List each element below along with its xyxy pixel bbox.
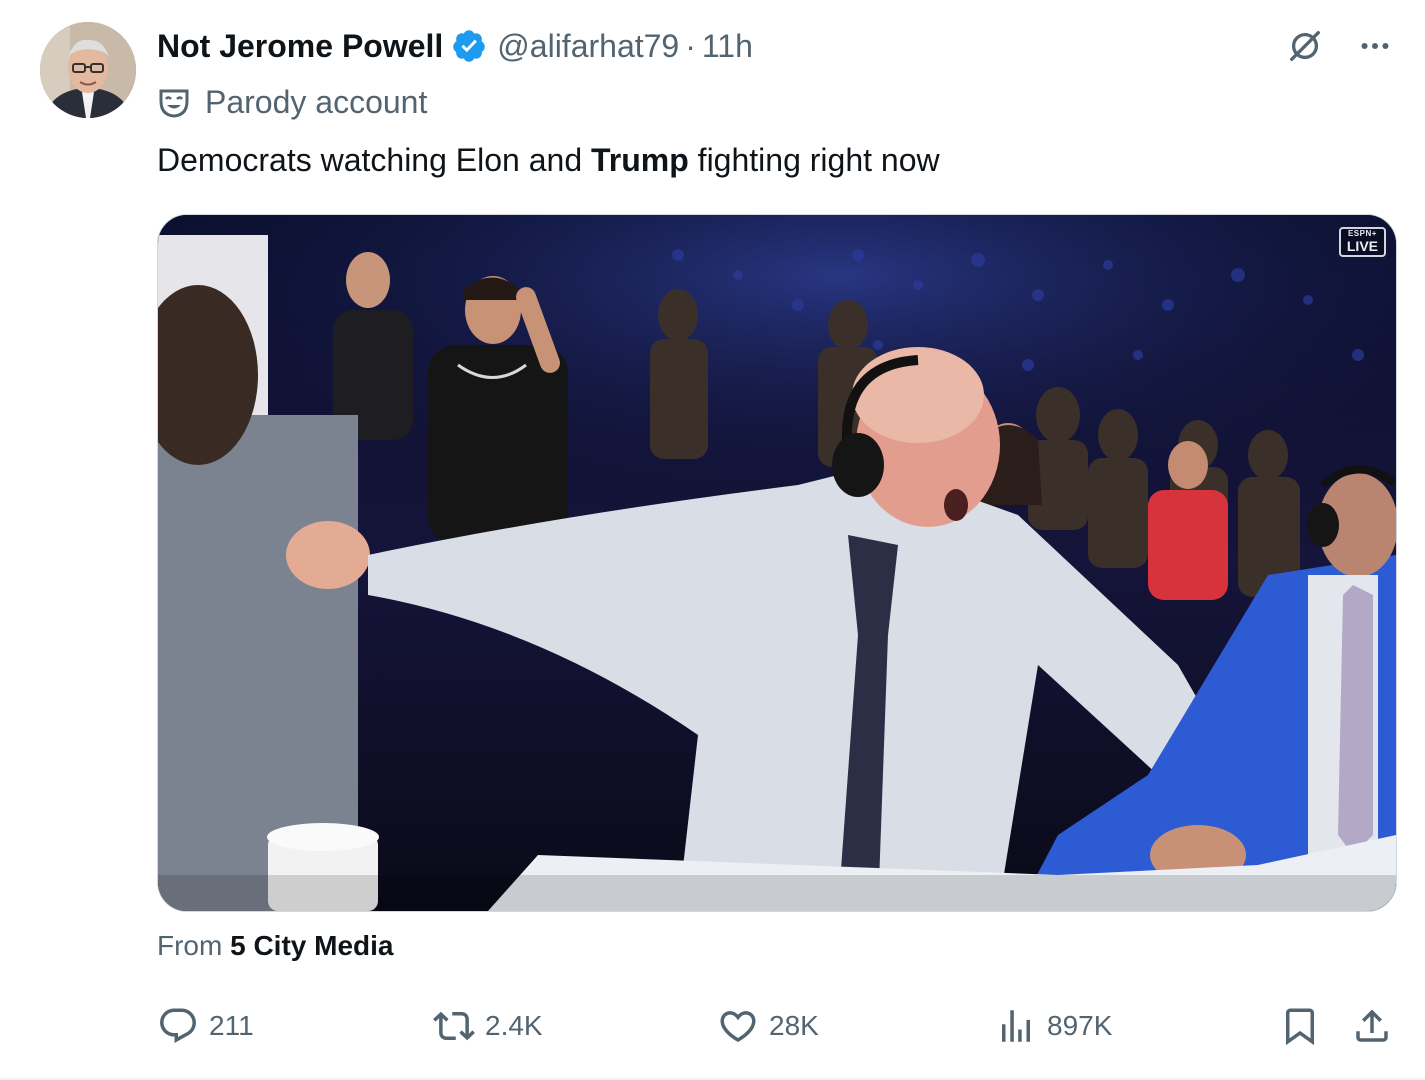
parody-label-text: Parody account	[205, 83, 428, 120]
like-count: 28K	[769, 1010, 819, 1041]
live-badge: ESPN+ LIVE	[1338, 227, 1386, 257]
repost-count: 2.4K	[485, 1010, 543, 1041]
separator-dot: ·	[685, 27, 696, 64]
reply-count: 211	[209, 1010, 254, 1041]
views-icon	[1002, 1010, 1030, 1042]
reply-button[interactable]: 211	[157, 1000, 254, 1052]
verified-badge-icon[interactable]	[451, 28, 487, 64]
bookmark-icon	[1286, 1008, 1314, 1046]
action-bar: 211 2.4K 28K 897K	[157, 1000, 1395, 1052]
tweet-header: Not Jerome Powell @alifarhat79 · 11h	[157, 24, 753, 68]
tweet-card[interactable]: Not Jerome Powell @alifarhat79 · 11h Par…	[0, 0, 1425, 1080]
source-prefix: From	[157, 930, 223, 961]
reply-icon	[160, 1008, 196, 1043]
live-badge-brand: ESPN+	[1347, 229, 1377, 238]
bookmark-button[interactable]	[1279, 1000, 1321, 1052]
share-icon	[1356, 1009, 1388, 1042]
source-name-link[interactable]: 5 City Media	[230, 930, 393, 961]
top-actions	[1285, 26, 1395, 66]
tweet-video[interactable]: ESPN+ LIVE	[157, 214, 1397, 912]
share-button[interactable]	[1351, 1000, 1393, 1052]
views-button[interactable]: 897K	[995, 1000, 1112, 1052]
tweet-text-bold: Trump	[591, 142, 689, 178]
like-button[interactable]: 28K	[717, 1000, 819, 1052]
repost-button[interactable]: 2.4K	[433, 1000, 543, 1052]
tweet-text-after: fighting right now	[688, 142, 940, 178]
grok-icon[interactable]	[1285, 26, 1325, 66]
avatar[interactable]	[40, 22, 136, 118]
repost-icon	[433, 1011, 475, 1041]
timestamp[interactable]: 11h	[702, 28, 753, 65]
tweet-text: Democrats watching Elon and Trump fighti…	[157, 138, 940, 182]
view-count: 897K	[1047, 1010, 1113, 1041]
more-icon[interactable]	[1355, 26, 1395, 66]
live-badge-text: LIVE	[1346, 238, 1378, 254]
theater-mask-icon	[159, 89, 189, 118]
like-icon	[720, 1011, 756, 1043]
parody-label: Parody account	[157, 82, 427, 122]
author-handle[interactable]: @alifarhat79	[497, 28, 679, 65]
tweet-text-before: Democrats watching Elon and	[157, 142, 591, 178]
media-source: From 5 City Media	[157, 930, 394, 962]
display-name[interactable]: Not Jerome Powell	[157, 28, 443, 65]
